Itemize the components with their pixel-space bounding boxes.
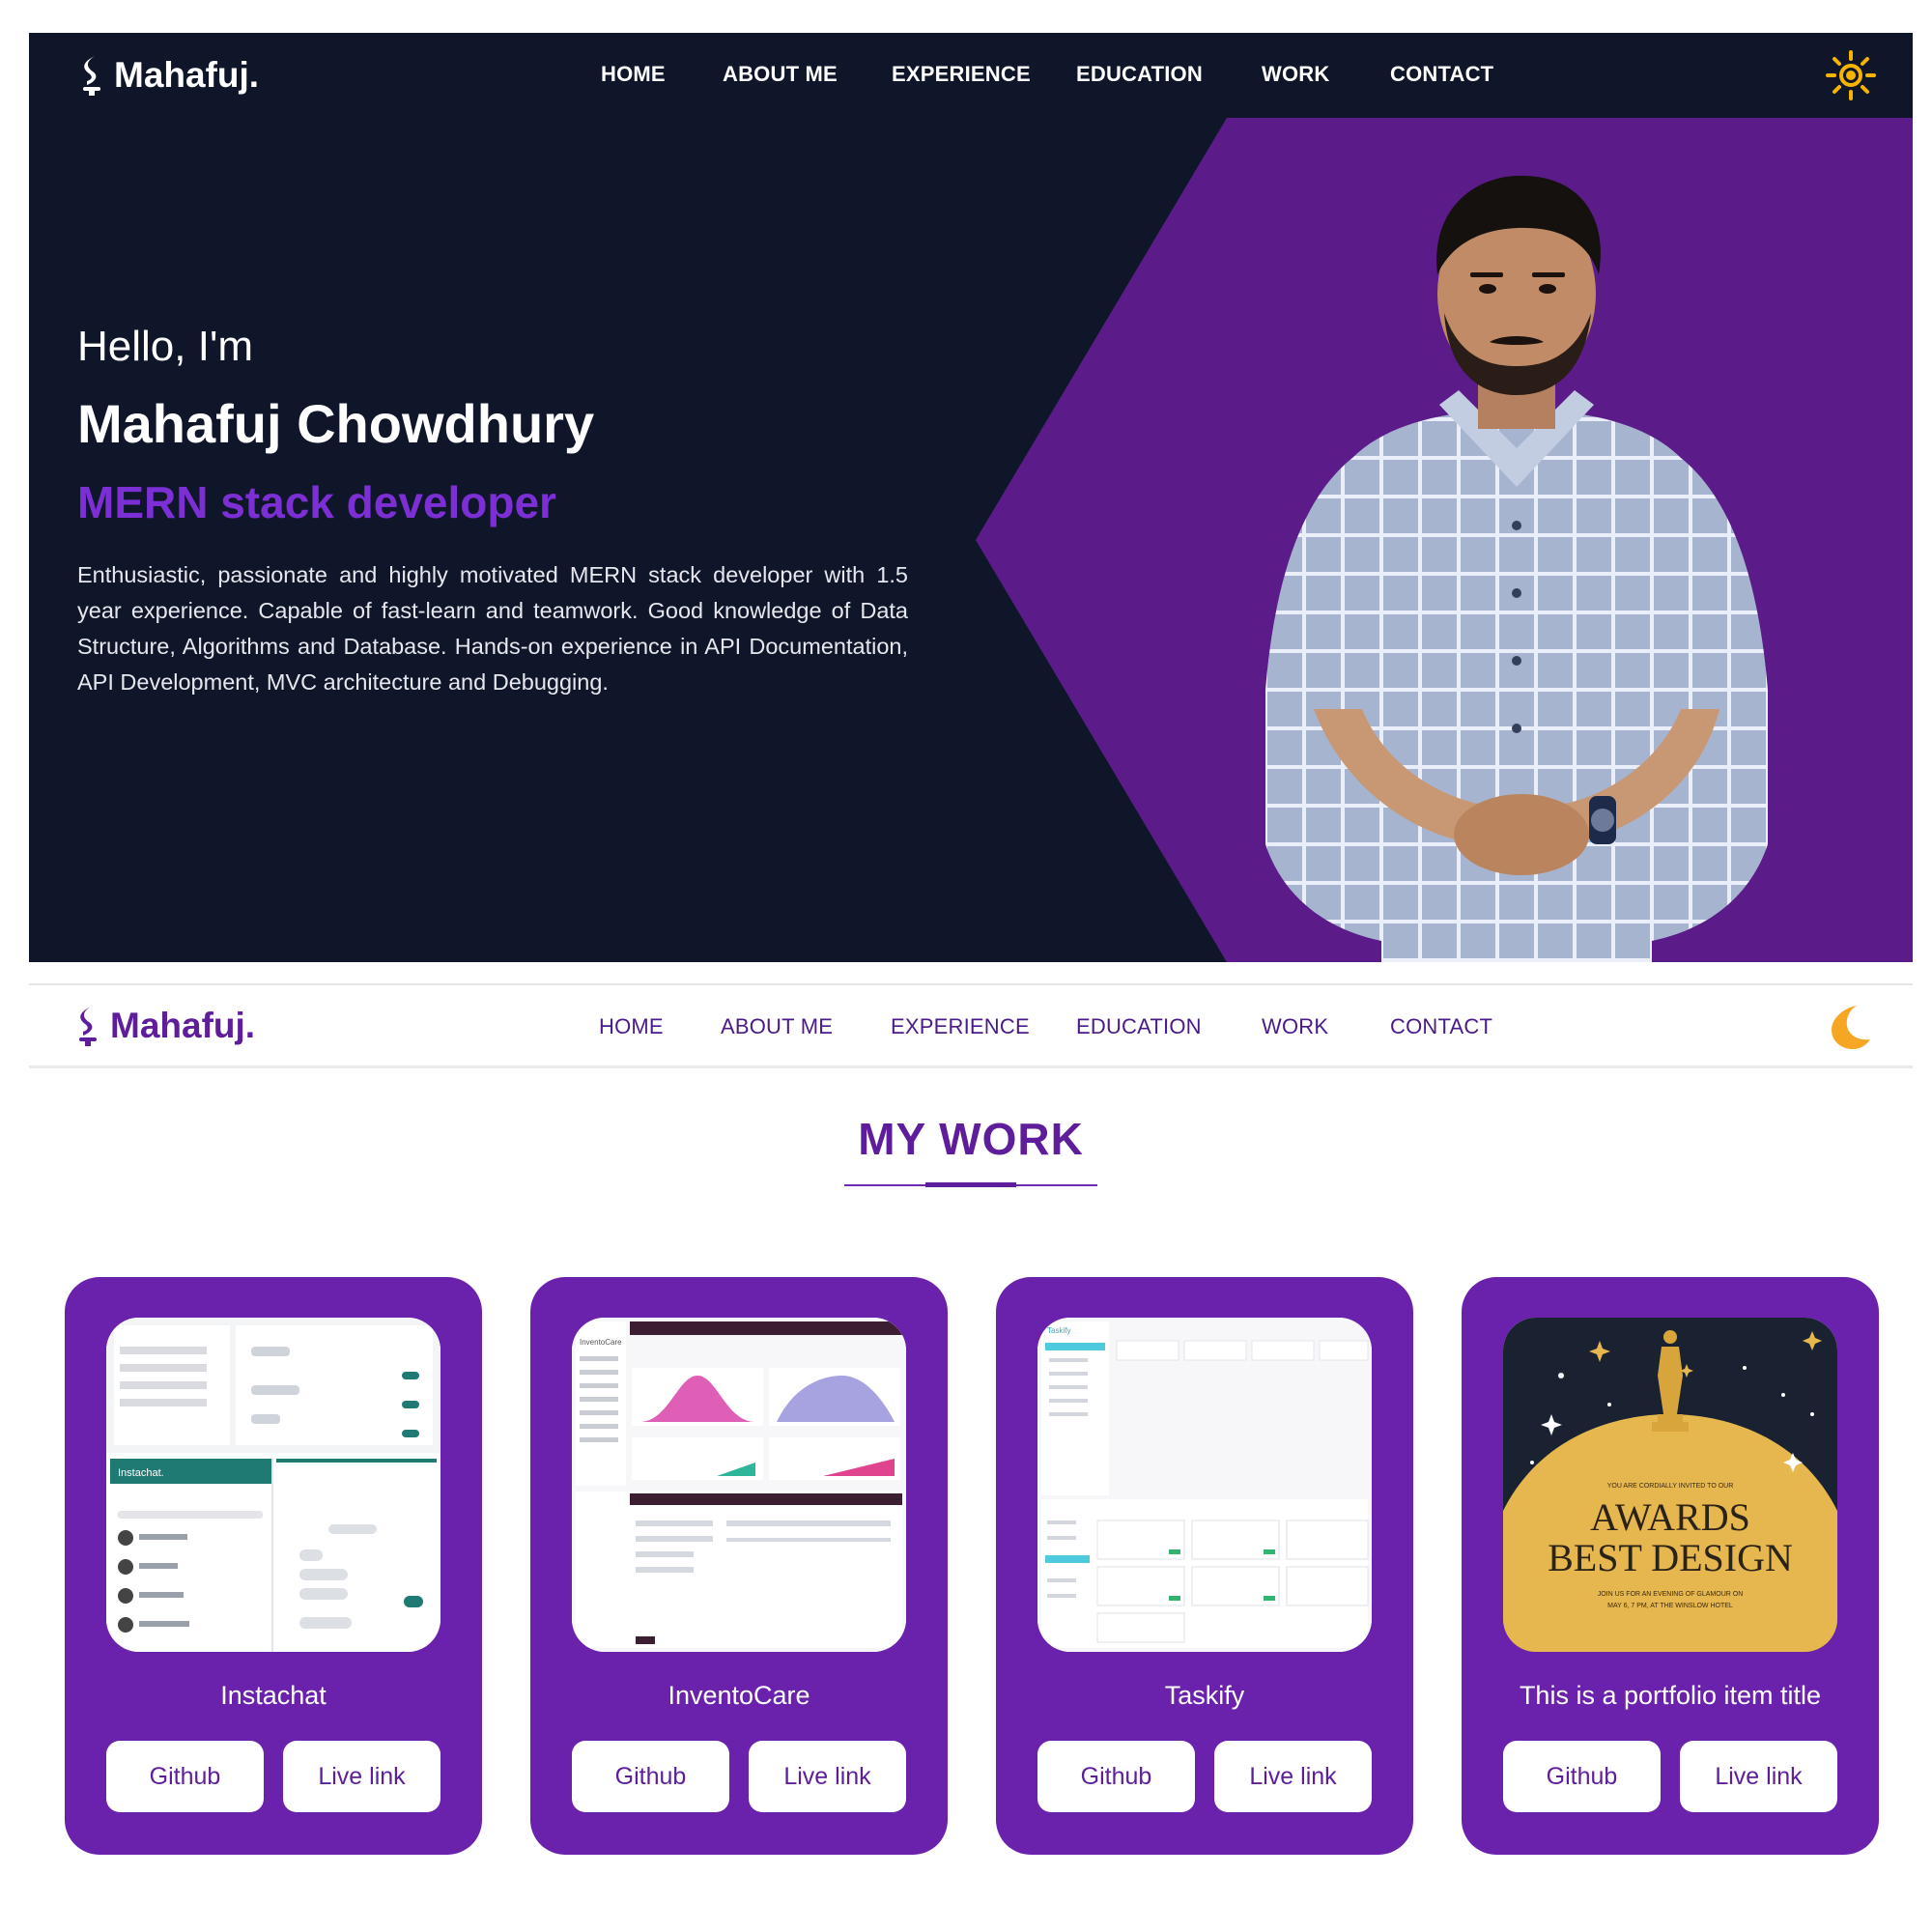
nav-home-light[interactable]: HOME xyxy=(599,1014,664,1039)
nav-experience[interactable]: EXPERIENCE xyxy=(892,62,1031,87)
award-invite-line: YOU ARE CORDIALLY INVITED TO OUR xyxy=(1607,1483,1734,1490)
project-title-instachat: Instachat xyxy=(220,1681,327,1710)
live-link-button-portfolio-item[interactable]: Live link xyxy=(1680,1741,1837,1812)
nav-work[interactable]: WORK xyxy=(1262,62,1329,87)
instachat-thumb-graphic: Instachat. xyxy=(106,1318,440,1652)
nav-about-me[interactable]: ABOUT ME xyxy=(723,62,838,87)
nav-work-light[interactable]: WORK xyxy=(1262,1014,1328,1039)
taskify-brand-text: Taskify xyxy=(1047,1326,1070,1335)
project-card-instachat: Instachat. Instachat Github Live link xyxy=(65,1277,482,1855)
dark-navbar: Mahafuj. HOME ABOUT ME EXPERIENCE EDUCAT… xyxy=(29,33,1913,118)
award-heading-1: AWARDS xyxy=(1590,1495,1750,1539)
nav-education-light[interactable]: EDUCATION xyxy=(1076,1014,1202,1039)
hero-role: MERN stack developer xyxy=(77,477,556,527)
project-card-inventocare: InventoCare InventoCare Github Live link xyxy=(530,1277,948,1855)
nav-experience-light[interactable]: EXPERIENCE xyxy=(891,1014,1030,1039)
taskify-thumb-graphic: Taskify xyxy=(1037,1318,1372,1652)
project-card-portfolio-item: YOU ARE CORDIALLY INVITED TO OUR AWARDS … xyxy=(1462,1277,1879,1855)
project-title-portfolio-item: This is a portfolio item title xyxy=(1519,1681,1822,1710)
project-thumbnail-taskify[interactable]: Taskify xyxy=(1037,1318,1372,1652)
awards-thumb-graphic: YOU ARE CORDIALLY INVITED TO OUR AWARDS … xyxy=(1503,1318,1837,1652)
hero-text-block: Hello, I'm Mahafuj Chowdhury MERN stack … xyxy=(77,323,908,700)
nav-education[interactable]: EDUCATION xyxy=(1076,62,1203,87)
project-thumbnail-instachat[interactable]: Instachat. xyxy=(106,1318,440,1652)
moon-icon[interactable] xyxy=(1828,1003,1872,1051)
nav-contact-light[interactable]: CONTACT xyxy=(1390,1014,1492,1039)
project-cards: Instachat. Instachat Github Live link In… xyxy=(65,1277,1881,1857)
award-heading-2: BEST DESIGN xyxy=(1548,1536,1793,1579)
dark-hero-section: Mahafuj. HOME ABOUT ME EXPERIENCE EDUCAT… xyxy=(29,33,1913,962)
nav-home[interactable]: HOME xyxy=(601,62,666,87)
live-link-button-instachat[interactable]: Live link xyxy=(283,1741,440,1812)
dark-nav-links: HOME ABOUT ME EXPERIENCE EDUCATION WORK … xyxy=(29,33,1913,118)
github-button-taskify[interactable]: Github xyxy=(1037,1741,1195,1812)
project-thumbnail-inventocare[interactable]: InventoCare xyxy=(572,1318,906,1652)
hero-name: Mahafuj Chowdhury xyxy=(77,393,595,454)
project-card-taskify: Taskify Taskify Github Live link xyxy=(996,1277,1413,1855)
github-button-portfolio-item[interactable]: Github xyxy=(1503,1741,1661,1812)
instachat-brand-text: Instachat. xyxy=(118,1467,164,1479)
inventocare-thumb-graphic: InventoCare xyxy=(572,1318,906,1652)
nav-about-me-light[interactable]: ABOUT ME xyxy=(721,1014,833,1039)
project-title-taskify: Taskify xyxy=(1164,1681,1245,1710)
hero-greeting: Hello, I'm xyxy=(77,323,253,370)
sun-icon[interactable] xyxy=(1826,50,1876,100)
live-link-button-inventocare[interactable]: Live link xyxy=(749,1741,906,1812)
section-title-my-work: MY WORK xyxy=(858,1114,1084,1164)
nav-contact[interactable]: CONTACT xyxy=(1390,62,1493,87)
title-underline-accent xyxy=(925,1182,1016,1187)
light-nav-links: HOME ABOUT ME EXPERIENCE EDUCATION WORK … xyxy=(29,985,1913,1065)
github-button-instachat[interactable]: Github xyxy=(106,1741,264,1812)
github-button-inventocare[interactable]: Github xyxy=(572,1741,729,1812)
project-title-inventocare: InventoCare xyxy=(668,1681,810,1710)
light-navbar: Mahafuj. HOME ABOUT ME EXPERIENCE EDUCAT… xyxy=(29,983,1913,1068)
award-detail-2: MAY 6, 7 PM, AT THE WINSLOW HOTEL xyxy=(1607,1603,1733,1609)
profile-photo xyxy=(1265,175,1768,962)
award-detail-1: JOIN US FOR AN EVENING OF GLAMOUR ON xyxy=(1598,1591,1744,1598)
live-link-button-taskify[interactable]: Live link xyxy=(1214,1741,1372,1812)
project-thumbnail-awards[interactable]: YOU ARE CORDIALLY INVITED TO OUR AWARDS … xyxy=(1503,1318,1837,1652)
inventocare-brand-text: InventoCare xyxy=(580,1338,622,1347)
hero-description: Enthusiastic, passionate and highly moti… xyxy=(77,562,908,695)
